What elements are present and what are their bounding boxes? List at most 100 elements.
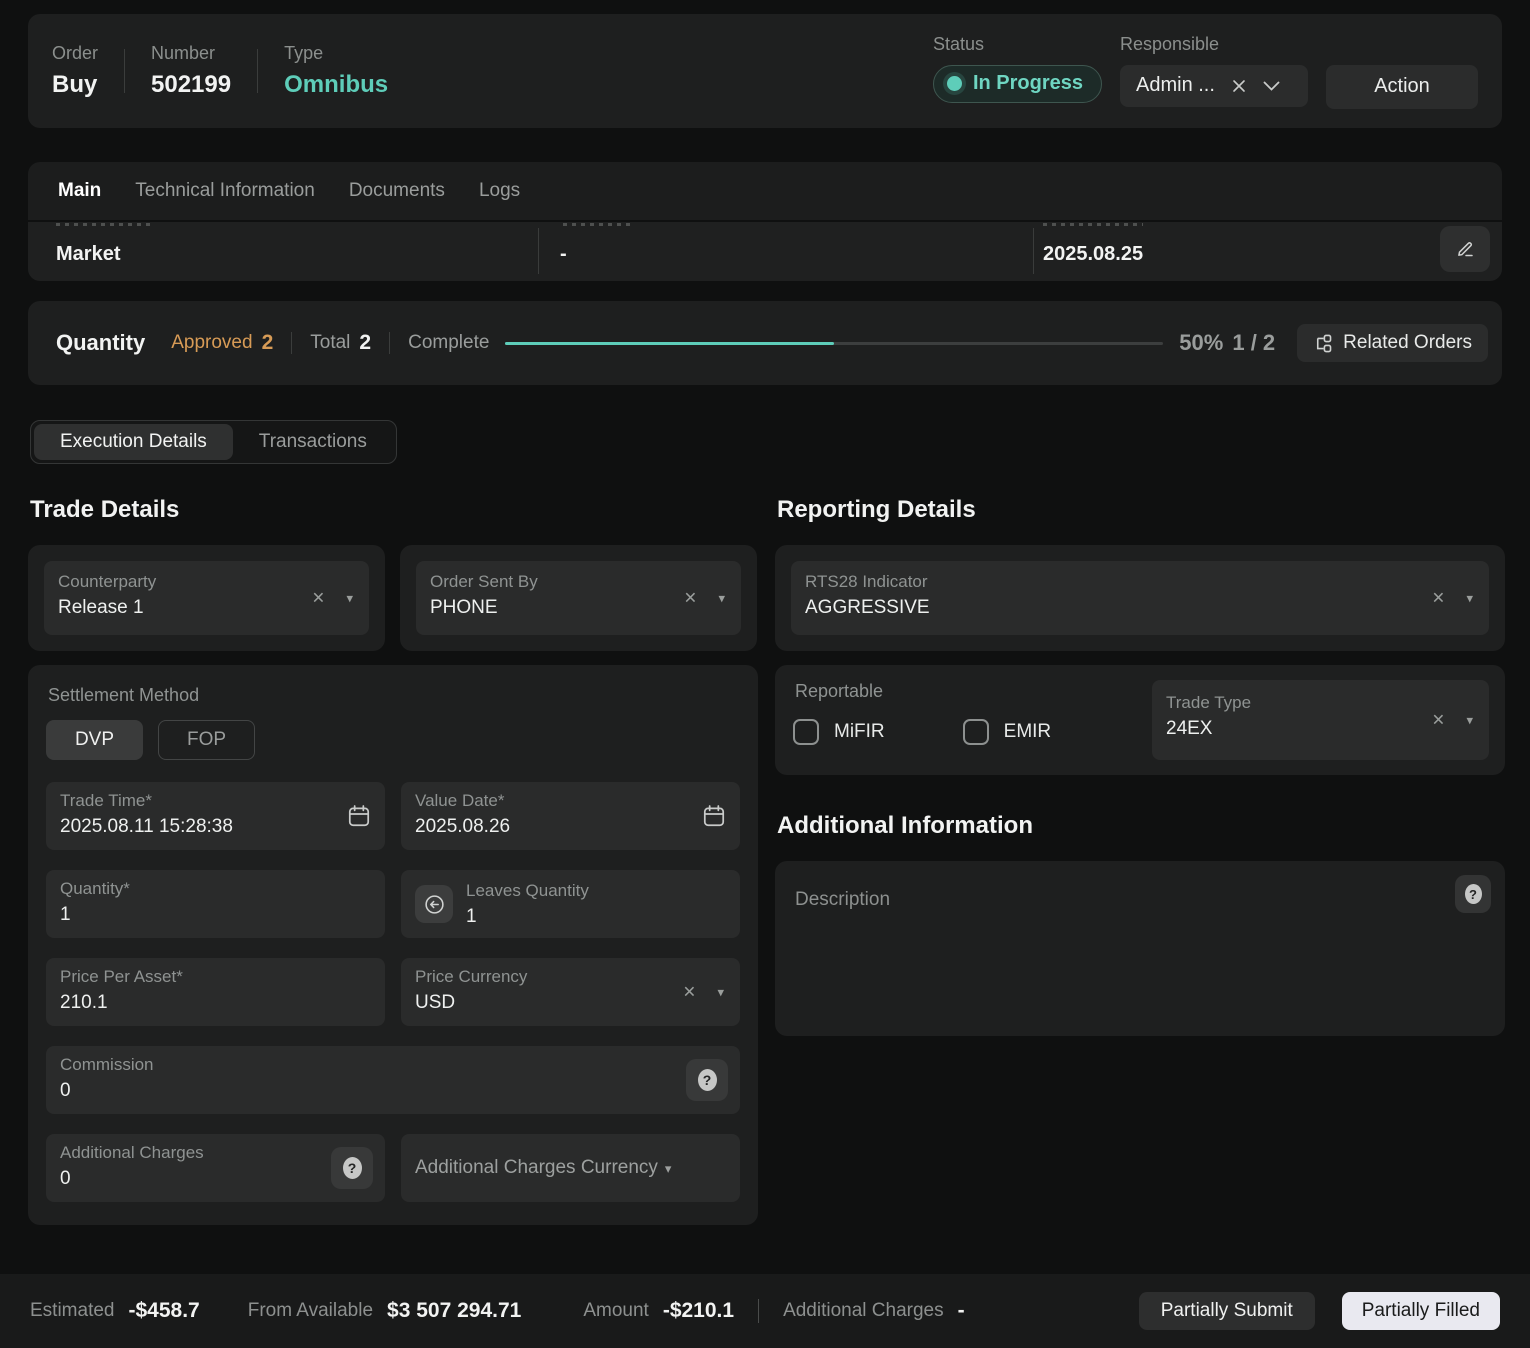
chevron-down-icon[interactable]: ▾ (718, 592, 725, 605)
clear-icon[interactable]: × (683, 982, 695, 1003)
divider (538, 228, 539, 274)
help-button[interactable]: ? (331, 1147, 373, 1189)
trade-type-label: Trade Type (1166, 693, 1475, 713)
additional-charges-currency-select[interactable]: Additional Charges Currency ▾ (401, 1134, 740, 1202)
approved-value: 2 (262, 331, 274, 355)
tab-documents[interactable]: Documents (349, 180, 445, 202)
status-badge: In Progress (933, 65, 1102, 103)
additional-charges-value: 0 (60, 1168, 371, 1190)
divider (291, 332, 292, 354)
chevron-down-icon[interactable] (1263, 81, 1280, 91)
order-number-value: 502199 (151, 71, 231, 99)
emir-label: EMIR (1004, 721, 1052, 743)
order-details-screen: Order Buy Number 502199 Type Omnibus Sta… (0, 0, 1530, 1348)
counterparty-value: Release 1 (58, 597, 355, 619)
order-header: Order Buy Number 502199 Type Omnibus Sta… (28, 14, 1502, 128)
quantity-title: Quantity (56, 330, 145, 356)
price-per-asset-value: 210.1 (60, 992, 371, 1014)
trade-fields-grid: Trade Time* 2025.08.11 15:28:38 Value Da… (46, 782, 740, 1202)
order-type-stat: Type Omnibus (284, 43, 388, 99)
chevron-down-icon[interactable]: ▾ (665, 1162, 672, 1175)
order-type-value: Omnibus (284, 71, 388, 99)
estimated-value: -$458.7 (128, 1299, 199, 1323)
summary-date-value: 2025.08.25 (1043, 243, 1143, 266)
price-per-asset-field[interactable]: Price Per Asset* 210.1 (46, 958, 385, 1026)
order-side-stat: Order Buy (52, 43, 98, 99)
action-button[interactable]: Action (1326, 65, 1478, 109)
status-value: In Progress (973, 72, 1083, 95)
responsible-select[interactable]: Admin ... (1120, 65, 1308, 107)
tab-main[interactable]: Main (58, 180, 101, 202)
chevron-down-icon[interactable]: ▾ (1466, 714, 1473, 727)
trade-type-select[interactable]: Trade Type 24EX × ▾ (1152, 680, 1489, 760)
chevron-down-icon[interactable]: ▾ (717, 986, 724, 999)
additional-charges-field[interactable]: Additional Charges 0 ? (46, 1134, 385, 1202)
commission-field[interactable]: Commission 0 ? (46, 1046, 740, 1114)
settlement-dvp-button[interactable]: DVP (46, 720, 143, 760)
help-icon: ? (698, 1069, 717, 1091)
clear-icon[interactable]: × (684, 588, 696, 609)
divider (1033, 228, 1034, 274)
description-input[interactable] (793, 873, 1413, 1018)
clear-icon[interactable]: × (1432, 588, 1444, 609)
divider (257, 49, 258, 93)
field-icons: × ▾ (1432, 710, 1473, 731)
edit-button[interactable] (1440, 226, 1490, 272)
trade-details-main-card: Settlement Method DVP FOP Trade Time* 20… (28, 665, 758, 1225)
order-type-label: Type (284, 43, 388, 64)
related-orders-icon (1313, 334, 1332, 353)
calendar-icon[interactable] (346, 803, 372, 829)
value-date-field[interactable]: Value Date* 2025.08.26 (401, 782, 740, 850)
mifir-checkbox[interactable] (793, 719, 819, 745)
clear-icon[interactable]: × (312, 588, 324, 609)
partially-submit-button[interactable]: Partially Submit (1139, 1292, 1315, 1330)
status-label: Status (933, 34, 1102, 55)
progress-percent: 50% (1179, 330, 1223, 356)
emir-checkbox[interactable] (963, 719, 989, 745)
help-icon: ? (343, 1157, 362, 1179)
quantity-summary: Quantity Approved 2 Total 2 Complete 50%… (28, 301, 1502, 385)
toggle-transactions[interactable]: Transactions (233, 424, 393, 460)
description-card: ? (775, 861, 1505, 1036)
toggle-execution-details[interactable]: Execution Details (34, 424, 233, 460)
counterparty-select[interactable]: Counterparty Release 1 × ▾ (44, 561, 369, 635)
field-icons: × ▾ (312, 588, 353, 609)
mifir-check-group: MiFIR (793, 719, 885, 745)
chevron-down-icon[interactable]: ▾ (346, 592, 353, 605)
help-button[interactable]: ? (1455, 875, 1491, 913)
related-orders-button[interactable]: Related Orders (1297, 324, 1488, 362)
price-currency-select[interactable]: Price Currency USD × ▾ (401, 958, 740, 1026)
partially-filled-button[interactable]: Partially Filled (1342, 1292, 1500, 1330)
chevron-down-icon[interactable]: ▾ (1466, 592, 1473, 605)
quantity-field[interactable]: Quantity* 1 (46, 870, 385, 938)
rts28-indicator-value: AGGRESSIVE (805, 597, 1475, 619)
field-icons: × ▾ (683, 982, 724, 1003)
help-icon: ? (1465, 884, 1482, 904)
calendar-icon[interactable] (701, 803, 727, 829)
action-button-label: Action (1374, 75, 1430, 98)
settlement-fop-button[interactable]: FOP (158, 720, 255, 760)
tab-logs[interactable]: Logs (479, 180, 520, 202)
order-side-value: Buy (52, 71, 98, 99)
field-icons: × ▾ (1432, 588, 1473, 609)
copy-back-button[interactable] (415, 885, 453, 923)
trade-details-title: Trade Details (30, 496, 758, 524)
tab-technical-information[interactable]: Technical Information (135, 180, 315, 202)
amount-label: Amount (583, 1300, 648, 1322)
progress-ratio: 1 / 2 (1232, 330, 1275, 356)
additional-charges-label: Additional Charges (60, 1143, 371, 1163)
trade-time-field[interactable]: Trade Time* 2025.08.11 15:28:38 (46, 782, 385, 850)
clear-icon[interactable] (1231, 78, 1247, 94)
header-actions: Status In Progress Responsible Admin ...… (933, 34, 1478, 109)
order-sent-by-select[interactable]: Order Sent By PHONE × ▾ (416, 561, 741, 635)
responsible-label: Responsible (1120, 34, 1308, 55)
help-button[interactable]: ? (686, 1059, 728, 1101)
leaves-quantity-value: 1 (466, 906, 589, 928)
rts28-indicator-select[interactable]: RTS28 Indicator AGGRESSIVE × ▾ (791, 561, 1489, 635)
complete-label: Complete (408, 332, 489, 354)
price-currency-label: Price Currency (415, 967, 726, 987)
clipped-label-remnant (563, 223, 633, 226)
approved-label: Approved (171, 332, 252, 354)
clear-icon[interactable]: × (1432, 710, 1444, 731)
trade-details-top-row: Counterparty Release 1 × ▾ Order Sent By… (28, 545, 758, 651)
